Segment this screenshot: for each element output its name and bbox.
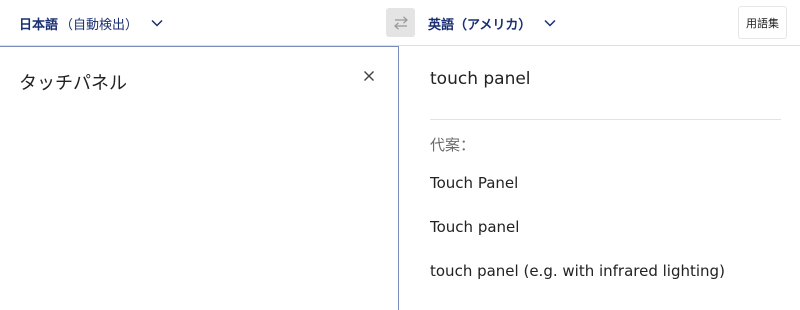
alternative-item[interactable]: Touch Panel xyxy=(430,174,518,192)
alternative-item[interactable]: touch panel (e.g. with infrared lighting… xyxy=(430,262,725,280)
alternative-item[interactable]: Touch panel xyxy=(430,218,519,236)
alternatives-heading: 代案： xyxy=(430,136,476,154)
translation-text: touch panel xyxy=(430,69,531,89)
source-text[interactable]: タッチパネル xyxy=(19,69,127,95)
source-language-note: （自動検出） xyxy=(60,17,139,33)
language-bar: 日本語 （自動検出） 英語（アメリカ） 用語集 xyxy=(0,0,800,46)
chevron-down-icon xyxy=(544,19,556,27)
target-language-name: 英語（アメリカ） xyxy=(428,17,532,33)
divider xyxy=(430,119,781,120)
source-language-name: 日本語 xyxy=(19,17,59,33)
chevron-down-icon xyxy=(151,19,163,27)
swap-arrows-icon xyxy=(393,15,408,30)
glossary-button[interactable]: 用語集 xyxy=(738,6,787,39)
close-icon[interactable] xyxy=(362,69,376,83)
swap-languages-button[interactable] xyxy=(386,8,415,37)
translator-app: 日本語 （自動検出） 英語（アメリカ） 用語集 タッチパネル touch pan… xyxy=(0,0,800,310)
target-language-selector[interactable]: 英語（アメリカ） xyxy=(428,0,557,46)
translation-panel: touch panel 代案： Touch Panel Touch panel … xyxy=(400,46,800,310)
source-text-panel[interactable]: タッチパネル xyxy=(0,46,399,310)
source-language-selector[interactable]: 日本語 （自動検出） xyxy=(19,0,164,46)
